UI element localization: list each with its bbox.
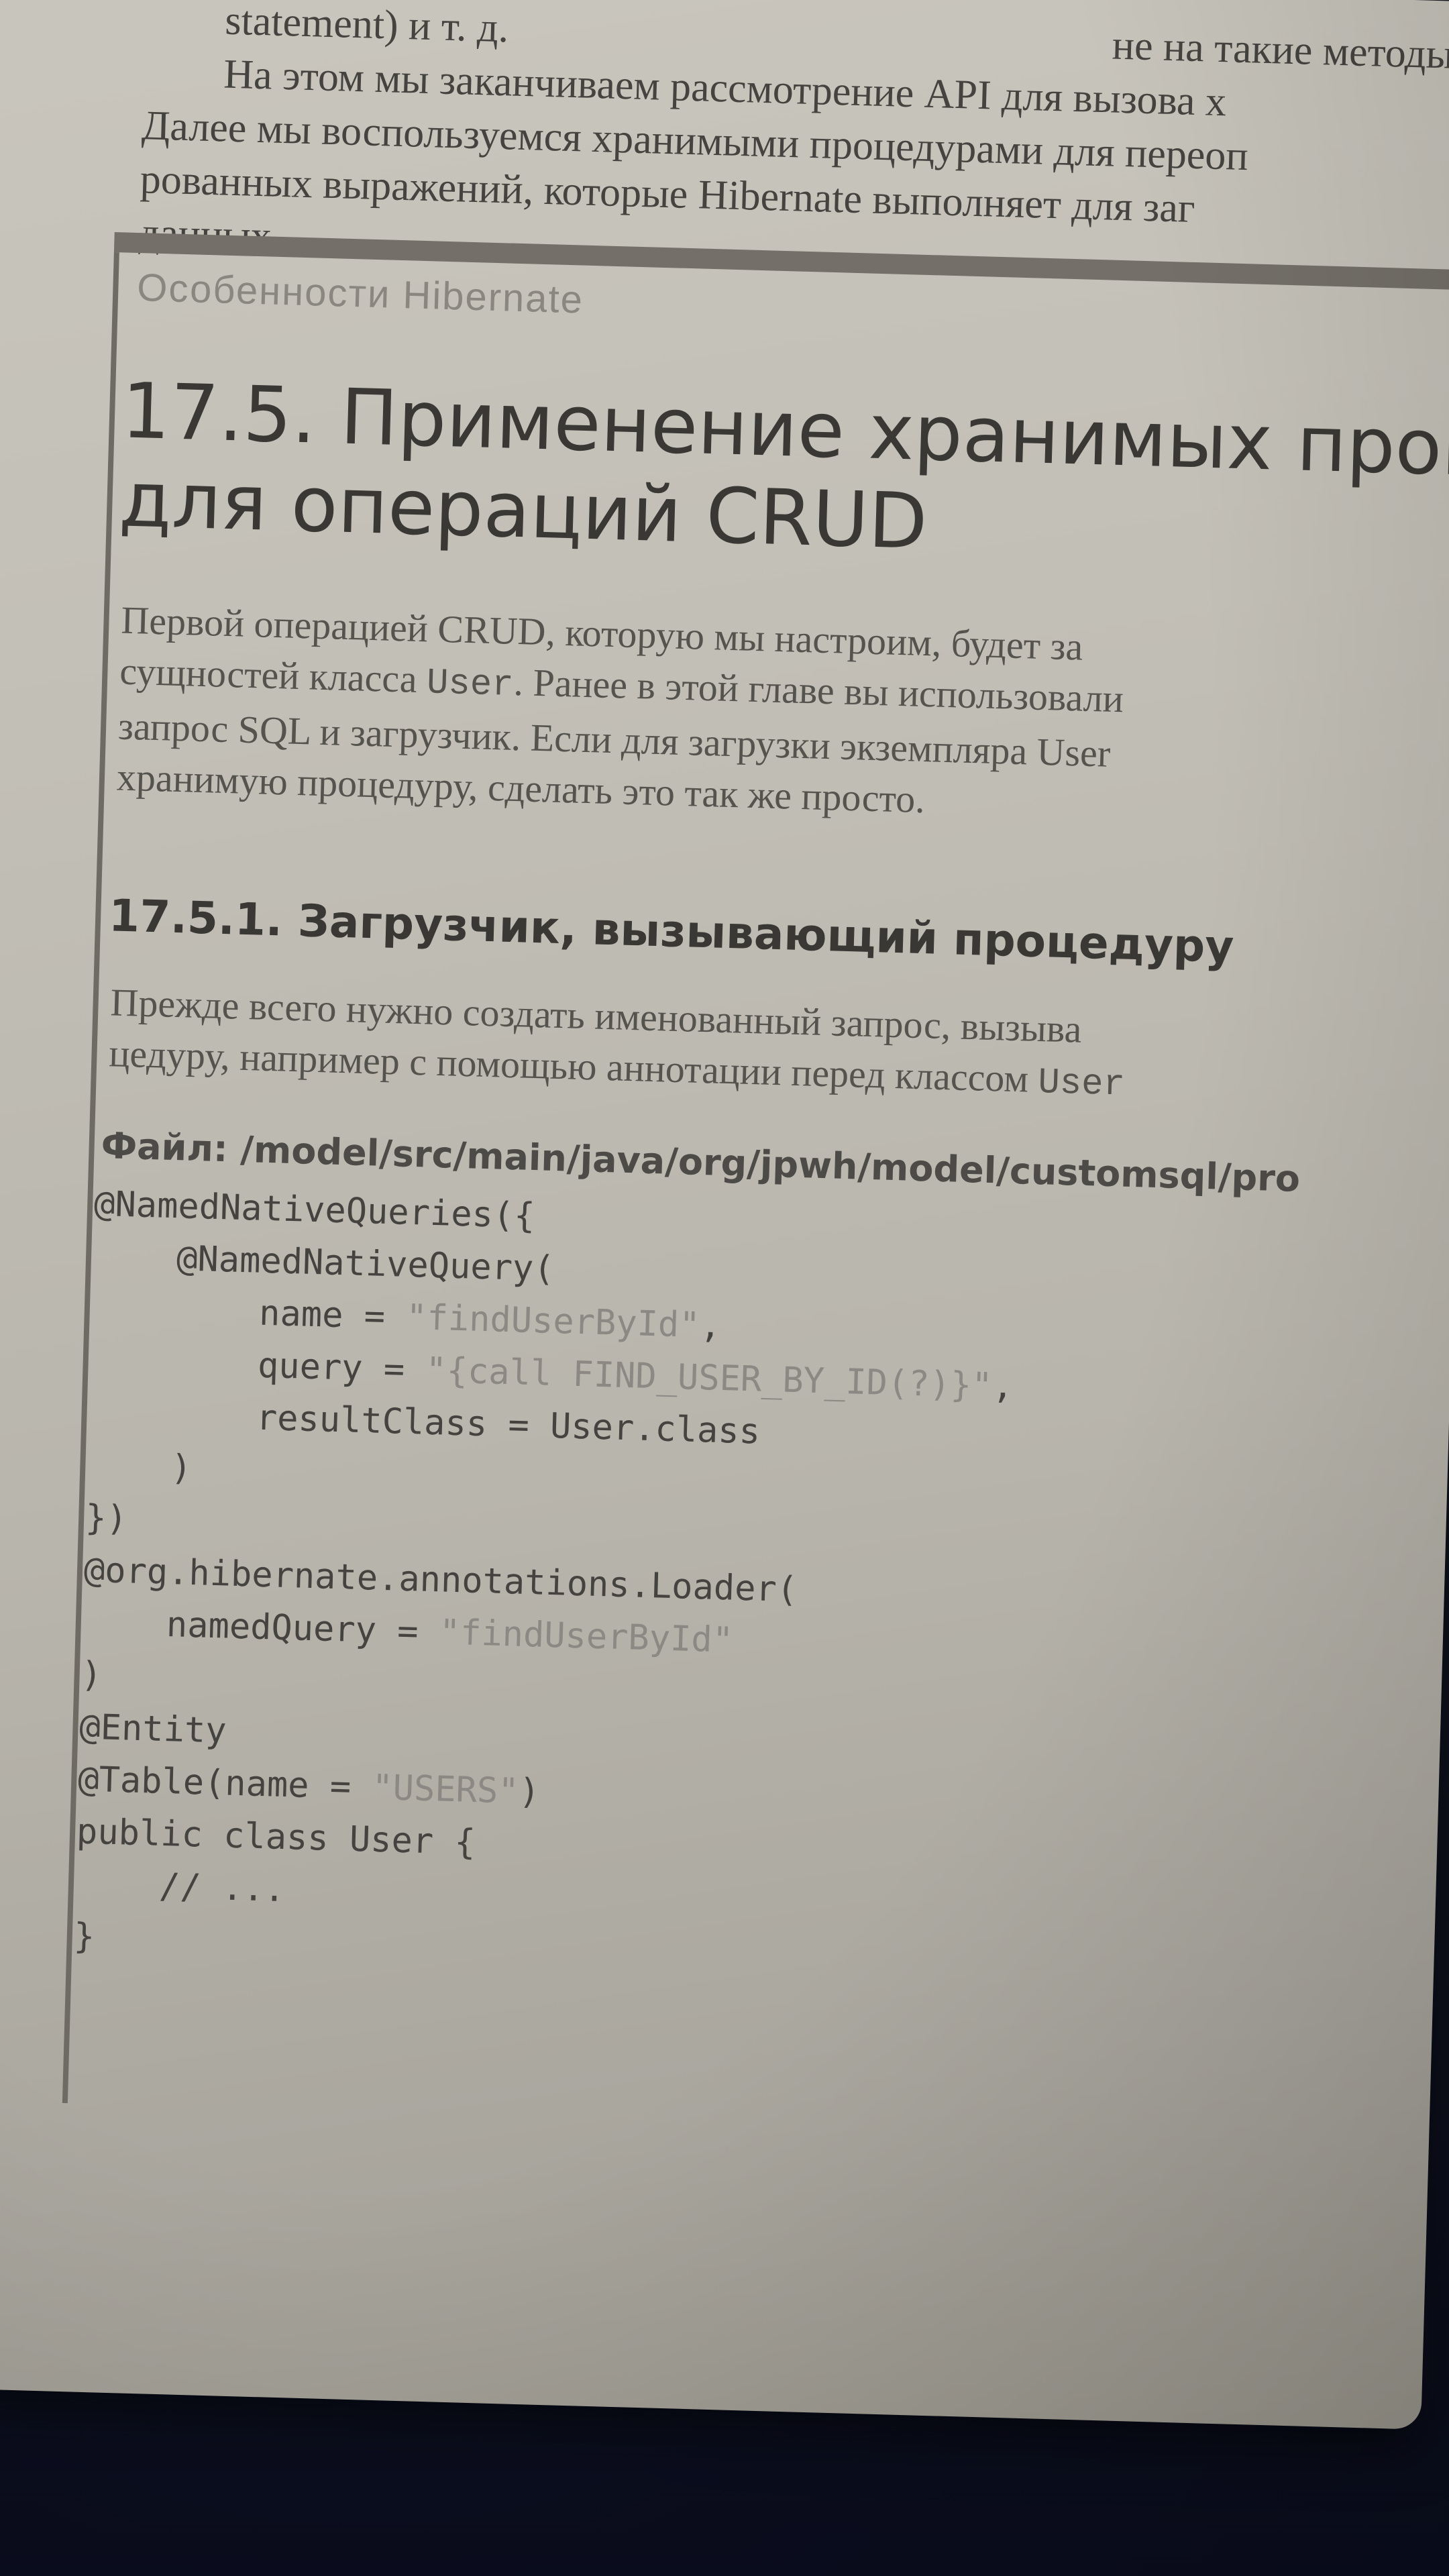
subsection-title: 17.5.1. Загрузчик, вызывающий процедуру bbox=[108, 890, 1235, 973]
code-listing: @NamedNativeQueries({ @NamedNativeQuery(… bbox=[73, 1178, 1436, 2000]
running-head: Особенности Hibernate bbox=[136, 266, 584, 322]
paragraph: Прежде всего нужно создать именованный з… bbox=[108, 977, 1449, 1120]
book-page: statement) и т. д. не на такие методы На … bbox=[0, 0, 1449, 2430]
section-title: 17.5. Применение хранимых процедур для о… bbox=[118, 366, 1449, 581]
inline-code: User bbox=[1037, 1062, 1126, 1106]
paragraph: Первой операцией CRUD, которую мы настро… bbox=[116, 595, 1449, 841]
inline-code: User bbox=[426, 663, 515, 706]
